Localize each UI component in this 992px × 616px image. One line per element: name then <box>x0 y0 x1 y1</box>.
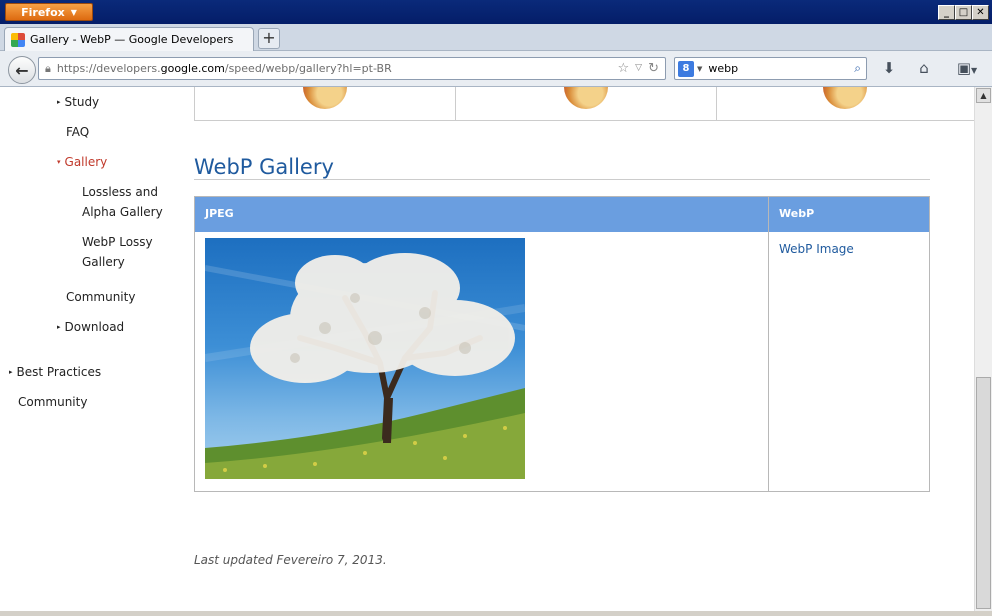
downloads-icon[interactable]: ⬇ <box>878 59 900 79</box>
title-divider <box>194 179 930 180</box>
history-dropdown-icon[interactable]: ▽ <box>635 63 642 76</box>
gallery-table: JPEG WebP WebP Image <box>194 196 930 492</box>
sidebar-item-label: Community <box>18 395 88 409</box>
minimize-button[interactable]: _ <box>938 5 955 20</box>
sidebar-item-community[interactable]: Community <box>66 287 135 307</box>
new-tab-button[interactable]: + <box>258 28 280 49</box>
collapse-arrow-icon: ▾ <box>57 158 61 166</box>
apple-image <box>303 87 347 109</box>
expand-arrow-icon: ▸ <box>57 323 61 331</box>
column-divider <box>768 197 769 491</box>
reload-icon[interactable]: ↻ <box>648 61 659 76</box>
close-button[interactable]: ✕ <box>972 5 989 20</box>
back-arrow-icon: ← <box>15 60 29 80</box>
sidebar-item-webp-lossy-gallery[interactable]: WebP Lossy Gallery <box>82 232 153 272</box>
gallery-cell <box>717 87 974 121</box>
chevron-down-icon: ▼ <box>70 7 77 17</box>
bookmarks-menu-icon[interactable]: ▣▼ <box>950 59 984 79</box>
last-updated-text: Last updated Fevereiro 7, 2013. <box>194 553 387 567</box>
tab-strip: Gallery - WebP — Google Developers + <box>0 24 992 51</box>
sidebar-item-label: Gallery <box>64 155 108 169</box>
tab-gallery-webp[interactable]: Gallery - WebP — Google Developers <box>4 27 254 51</box>
expand-arrow-icon: ▸ <box>9 368 13 376</box>
sidebar-item-download[interactable]: ▸ Download <box>57 317 124 337</box>
home-icon[interactable]: ⌂ <box>913 59 935 79</box>
search-input[interactable]: webp <box>708 62 738 75</box>
previous-gallery-row <box>194 87 974 121</box>
column-header-jpeg: JPEG <box>205 207 234 220</box>
expand-arrow-icon: ▸ <box>57 98 61 106</box>
sidebar-item-label: Download <box>64 320 125 334</box>
tree-illustration <box>205 253 525 479</box>
sidebar-item-gallery[interactable]: ▾ Gallery <box>57 152 107 172</box>
sidebar-item-community-top[interactable]: Community <box>18 392 87 412</box>
gallery-cell <box>195 87 456 121</box>
navigation-toolbar: ← 🔒︎ https://developers. google.com/speed… <box>0 51 992 87</box>
firefox-menu-label: Firefox <box>21 5 65 19</box>
maximize-button[interactable]: □ <box>955 5 972 20</box>
search-icon[interactable]: ⌕ <box>854 61 861 76</box>
back-button[interactable]: ← <box>8 56 36 84</box>
webp-image-link[interactable]: WebP Image <box>779 242 854 256</box>
sidebar-item-label: Study <box>64 95 100 109</box>
sidebar-item-label: FAQ <box>66 125 90 139</box>
scrollbar-thumb[interactable] <box>976 377 991 609</box>
search-bar[interactable]: 8 ▼ webp ⌕ <box>674 57 867 80</box>
table-header: JPEG WebP <box>195 197 929 232</box>
sidebar-item-best-practices[interactable]: ▸ Best Practices <box>9 362 101 382</box>
sidebar-item-study[interactable]: ▸ Study <box>57 92 99 112</box>
url-domain: google.com <box>160 62 225 75</box>
title-bar: Firefox ▼ _ □ ✕ <box>0 0 992 24</box>
gallery-cell <box>456 87 717 121</box>
search-engine-dropdown-icon[interactable]: ▼ <box>697 65 702 73</box>
sidebar-item-label: Best Practices <box>16 365 102 379</box>
window-bottom-edge <box>0 611 992 616</box>
sidebar-item-label: Community <box>66 290 136 304</box>
sidebar-item-lossless-alpha-gallery[interactable]: Lossless and Alpha Gallery <box>82 182 163 222</box>
jpeg-tree-image[interactable] <box>205 238 525 479</box>
bookmark-star-icon[interactable]: ☆ <box>618 61 630 76</box>
sidebar-item-label: Alpha Gallery <box>82 205 163 219</box>
url-prefix: https://developers. <box>56 62 161 75</box>
google-developers-icon <box>11 32 25 47</box>
sidebar-item-label: Lossless and <box>82 185 158 199</box>
lock-icon: 🔒︎ <box>45 61 51 75</box>
apple-image <box>823 87 867 109</box>
vertical-scrollbar[interactable]: ▲ <box>974 87 992 611</box>
google-search-engine-icon[interactable]: 8 <box>678 60 694 77</box>
sidebar-item-label: Gallery <box>82 255 125 269</box>
sidebar-item-label: WebP Lossy <box>82 235 153 249</box>
url-path: /speed/webp/gallery?hl=pt-BR <box>224 62 392 75</box>
firefox-menu-button[interactable]: Firefox ▼ <box>5 3 93 21</box>
column-header-webp: WebP <box>779 207 815 220</box>
sidebar-item-faq[interactable]: FAQ <box>66 122 89 142</box>
url-bar[interactable]: 🔒︎ https://developers. google.com/speed/w… <box>38 57 666 80</box>
scroll-up-icon[interactable]: ▲ <box>976 88 991 103</box>
tab-title: Gallery - WebP — Google Developers <box>30 33 234 46</box>
page-title: WebP Gallery <box>194 155 334 179</box>
apple-image <box>564 87 608 109</box>
page-content: ▸ Study FAQ ▾ Gallery Lossless and Alpha G… <box>0 87 974 611</box>
